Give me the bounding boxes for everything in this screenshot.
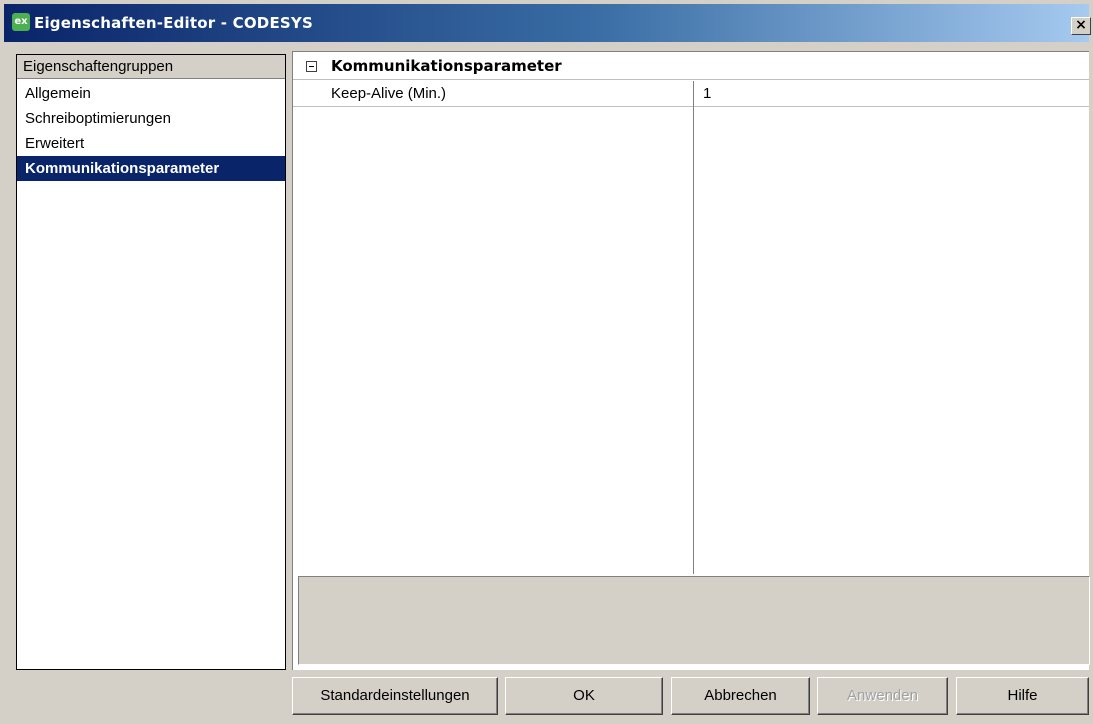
- description-area: [298, 576, 1090, 665]
- properties-editor-window: ex Eigenschaften-Editor - CODESYS × Eige…: [0, 0, 1093, 724]
- close-button[interactable]: ×: [1071, 17, 1091, 35]
- category-row[interactable]: Kommunikationsparameter: [293, 52, 1089, 80]
- group-item-allgemein[interactable]: Allgemein: [17, 81, 285, 106]
- property-row-keep-alive[interactable]: Keep-Alive (Min.) 1: [293, 81, 1089, 107]
- ok-button[interactable]: OK: [505, 677, 663, 715]
- collapse-minus-icon[interactable]: [306, 61, 317, 72]
- codesys-app-icon: ex: [12, 13, 30, 31]
- group-item-kommunikationsparameter[interactable]: Kommunikationsparameter: [17, 156, 285, 181]
- group-item-erweitert[interactable]: Erweitert: [17, 131, 285, 156]
- property-grid: Kommunikationsparameter Keep-Alive (Min.…: [292, 51, 1090, 670]
- apply-button[interactable]: Anwenden: [817, 677, 948, 715]
- property-groups-list: Allgemein Schreiboptimierungen Erweitert…: [17, 81, 285, 181]
- column-divider[interactable]: [693, 81, 694, 574]
- window-title: Eigenschaften-Editor - CODESYS: [34, 14, 313, 32]
- defaults-button[interactable]: Standardeinstellungen: [292, 677, 498, 715]
- property-name: Keep-Alive (Min.): [331, 85, 447, 102]
- category-label: Kommunikationsparameter: [331, 57, 562, 75]
- property-groups-panel: Eigenschaftengruppen Allgemein Schreibop…: [16, 54, 286, 670]
- title-bar[interactable]: ex Eigenschaften-Editor - CODESYS ×: [4, 4, 1091, 42]
- property-groups-header: Eigenschaftengruppen: [17, 55, 285, 79]
- group-item-schreiboptimierungen[interactable]: Schreiboptimierungen: [17, 106, 285, 131]
- cancel-button[interactable]: Abbrechen: [671, 677, 810, 715]
- property-value-field[interactable]: 1: [703, 85, 711, 102]
- help-button[interactable]: Hilfe: [956, 677, 1089, 715]
